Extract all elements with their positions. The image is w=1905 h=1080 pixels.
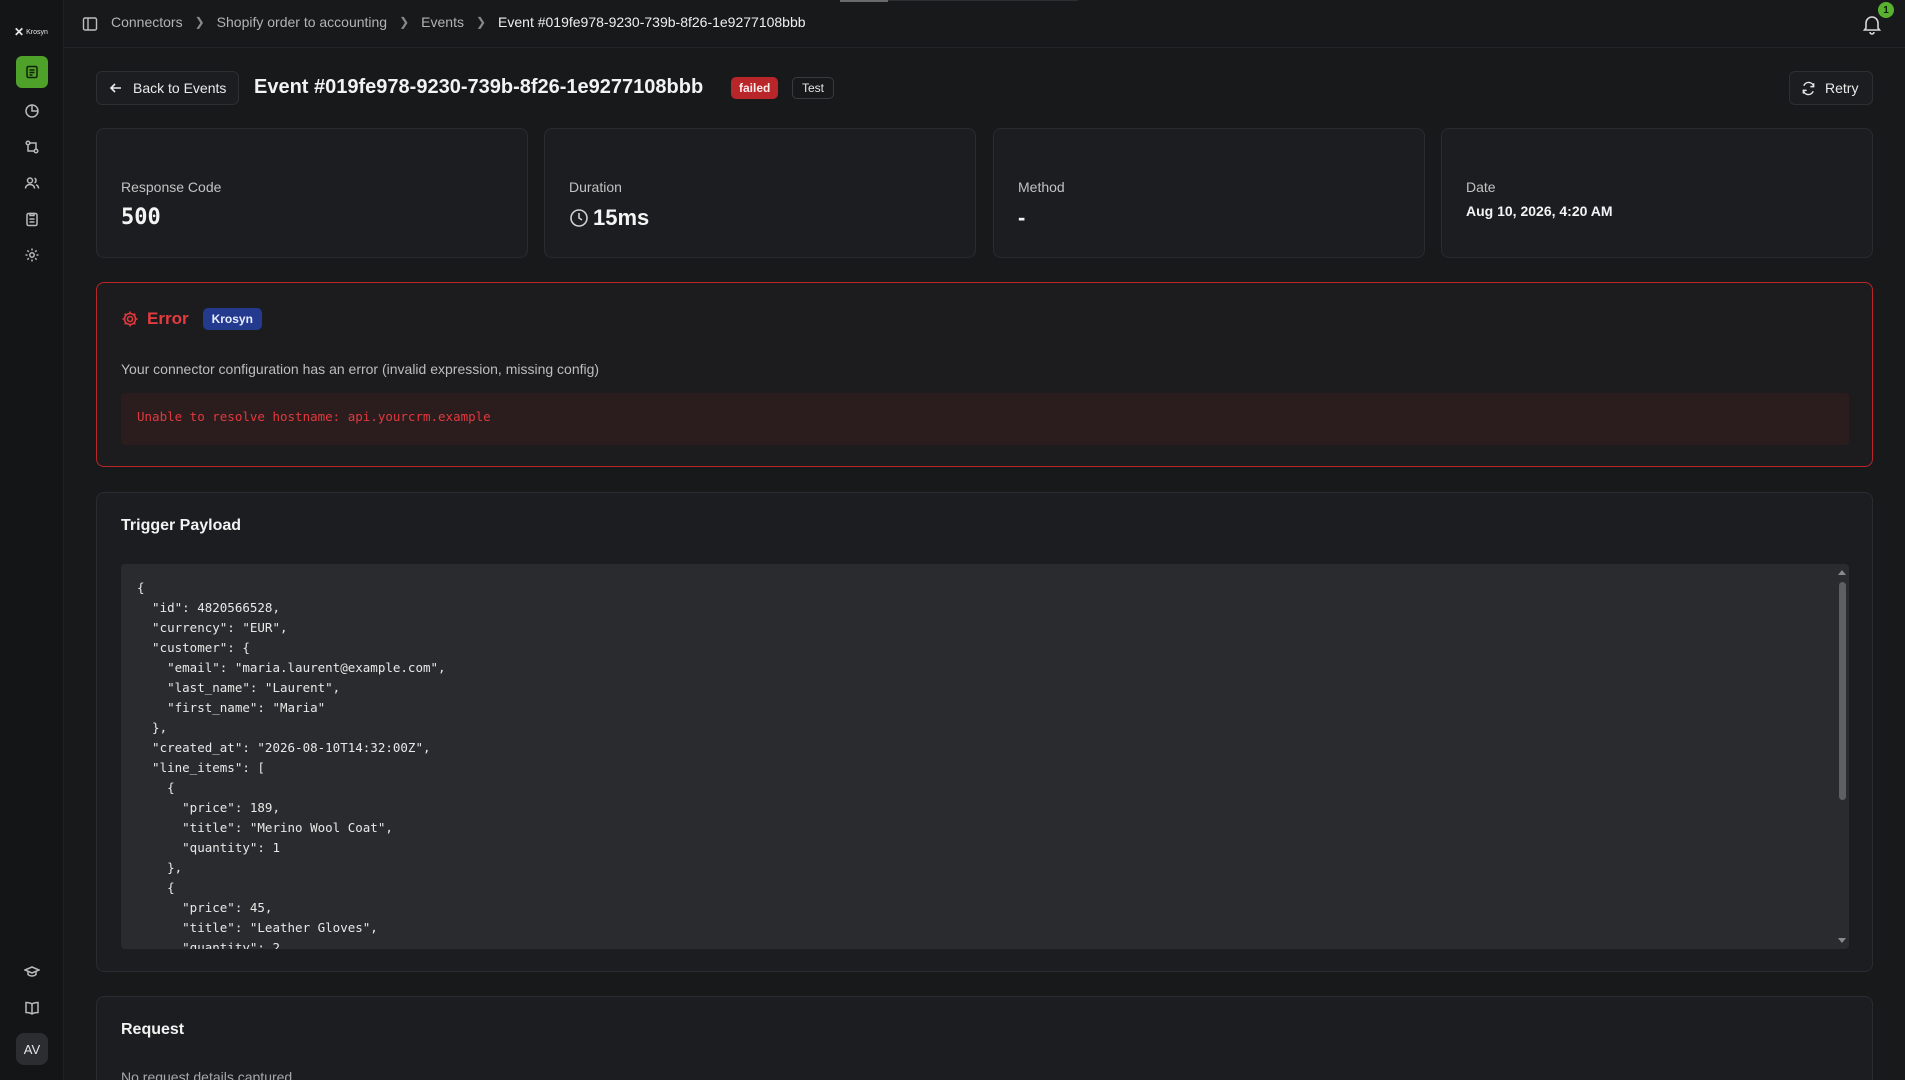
sidebar-item-dashboard[interactable] [16,56,48,88]
chevron-right-icon: ❯ [194,15,205,29]
connectors-icon [25,140,39,154]
breadcrumb-current: Event #019fe978-9230-739b-8f26-1e9277108… [498,14,806,30]
chevron-right-icon: ❯ [399,15,410,29]
scroll-down-icon[interactable] [1838,938,1846,943]
breadcrumb: Connectors ❯ Shopify order to accounting… [111,14,806,30]
payload-json: { "id": 4820566528, "currency": "EUR", "… [137,580,446,949]
stat-value: 15ms [593,205,650,230]
request-empty-text: No request details captured [121,1069,293,1080]
stat-label: Date [1466,179,1496,195]
avatar[interactable]: AV [16,1033,48,1065]
stat-label: Response Code [121,179,222,195]
sidebar-item-activity[interactable] [16,95,48,127]
back-to-events-button[interactable]: Back to Events [96,71,239,105]
top-loading-indicator [840,0,888,2]
stat-label: Method [1018,179,1065,195]
stat-label: Duration [569,179,622,195]
scrollbar-thumb[interactable] [1839,582,1846,800]
sidebar-item-settings[interactable] [16,239,48,271]
breadcrumb-connectors[interactable]: Connectors [111,14,183,30]
top-divider [888,0,1078,1]
bell-icon [1862,16,1882,35]
graduation-cap-icon [24,966,40,977]
environment-badge: Test [792,77,835,99]
dashboard-icon [26,65,38,79]
error-source-badge: Krosyn [202,308,262,330]
trigger-payload-card: Trigger Payload { "id": 4820566528, "cur… [96,492,1873,972]
scroll-up-icon[interactable] [1838,570,1846,575]
error-card: Error Krosyn Your connector configuratio… [96,282,1873,467]
back-button-label: Back to Events [133,80,227,96]
stat-card-response-code: Response Code 500 [96,128,528,258]
retry-button[interactable]: Retry [1789,71,1873,105]
stat-value: 500 [121,205,161,230]
sidebar-item-users[interactable] [16,167,48,199]
stat-value-wrapper: 15ms [569,205,649,231]
request-card: Request No request details captured [96,996,1873,1080]
sidebar-item-logs[interactable] [16,203,48,235]
error-description: Your connector configuration has an erro… [121,361,600,377]
top-bar: Connectors ❯ Shopify order to accounting… [64,0,1905,48]
stat-card-duration: Duration 15ms [544,128,976,258]
breadcrumb-connector[interactable]: Shopify order to accounting [217,14,387,30]
page-title: Event #019fe978-9230-739b-8f26-1e9277108… [254,76,704,98]
error-message: Unable to resolve hostname: api.yourcrm.… [121,393,1849,445]
chevron-right-icon: ❯ [475,15,487,29]
gear-icon [122,311,138,327]
refresh-icon [1802,81,1815,95]
clipboard-icon [26,212,38,227]
error-header: Error Krosyn [121,308,262,330]
payload-code-viewer[interactable]: { "id": 4820566528, "currency": "EUR", "… [121,564,1849,949]
logo-text: Krosyn [26,28,48,36]
breadcrumb-events[interactable]: Events [421,14,464,30]
settings-icon [25,248,39,262]
users-icon [24,177,40,189]
sidebar: ✕ Krosyn AV [0,0,64,1080]
logo-mark-icon: ✕ [14,25,25,39]
error-title: Error [147,309,189,328]
sidebar-item-docs[interactable] [16,992,48,1024]
notification-count-badge: 1 [1878,2,1894,18]
stat-card-date: Date Aug 10, 2026, 4:20 AM [1441,128,1873,258]
retry-label: Retry [1825,80,1859,96]
activity-icon [25,104,39,118]
code-scrollbar[interactable] [1835,564,1849,949]
sidebar-toggle-icon[interactable] [82,16,98,32]
clock-icon [570,209,588,227]
sidebar-item-academy[interactable] [16,956,48,988]
status-badge: failed [731,77,779,99]
notifications-button[interactable] [1861,13,1883,35]
book-icon [25,1001,39,1015]
sidebar-item-connectors[interactable] [16,131,48,163]
stat-value: - [1018,205,1026,230]
app-logo[interactable]: ✕ Krosyn [14,24,50,40]
stat-card-method: Method - [993,128,1425,258]
stat-value: Aug 10, 2026, 4:20 AM [1466,203,1613,219]
section-title: Request [121,1021,185,1038]
arrow-left-icon [109,83,121,93]
section-title: Trigger Payload [121,517,242,534]
